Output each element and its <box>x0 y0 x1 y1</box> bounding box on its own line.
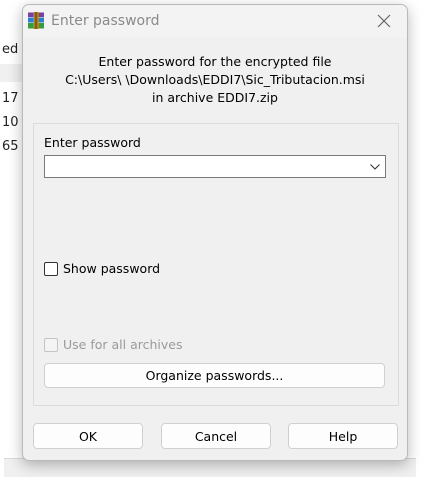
password-input[interactable] <box>47 157 361 178</box>
title-bar[interactable]: Enter password <box>23 5 407 37</box>
show-password-label: Show password <box>63 261 161 276</box>
password-label: Enter password <box>44 135 141 150</box>
use-for-all-archives-checkbox: Use for all archives <box>44 337 182 352</box>
password-dialog: Enter password Enter password for the en… <box>22 4 408 461</box>
close-icon <box>377 13 391 32</box>
background-text: 17 <box>2 91 19 106</box>
ok-button[interactable]: OK <box>33 423 143 449</box>
organize-passwords-button[interactable]: Organize passwords... <box>44 363 385 388</box>
show-password-checkbox[interactable]: Show password <box>44 261 160 276</box>
background-text: 65 <box>2 139 19 154</box>
background-text: ed <box>2 42 19 57</box>
close-button[interactable] <box>367 9 401 35</box>
checkbox-box[interactable] <box>44 261 58 276</box>
background-header <box>0 64 22 82</box>
password-combobox[interactable] <box>44 155 386 178</box>
message-line: Enter password for the encrypted file <box>98 54 332 69</box>
dialog-title: Enter password <box>51 13 160 29</box>
checkbox-box <box>44 337 58 352</box>
chevron-down-icon[interactable] <box>368 159 382 175</box>
archive-name: in archive EDDI7.zip <box>152 90 278 105</box>
dialog-message: Enter password for the encrypted file C:… <box>23 53 407 107</box>
use-for-all-archives-label: Use for all archives <box>63 337 183 352</box>
winrar-icon <box>27 12 45 29</box>
background-text: 10 <box>2 115 19 130</box>
cancel-button[interactable]: Cancel <box>161 423 271 449</box>
help-button[interactable]: Help <box>288 423 398 449</box>
file-path: C:\Users\ \Downloads\EDDI7\Sic_Tributaci… <box>65 72 365 87</box>
